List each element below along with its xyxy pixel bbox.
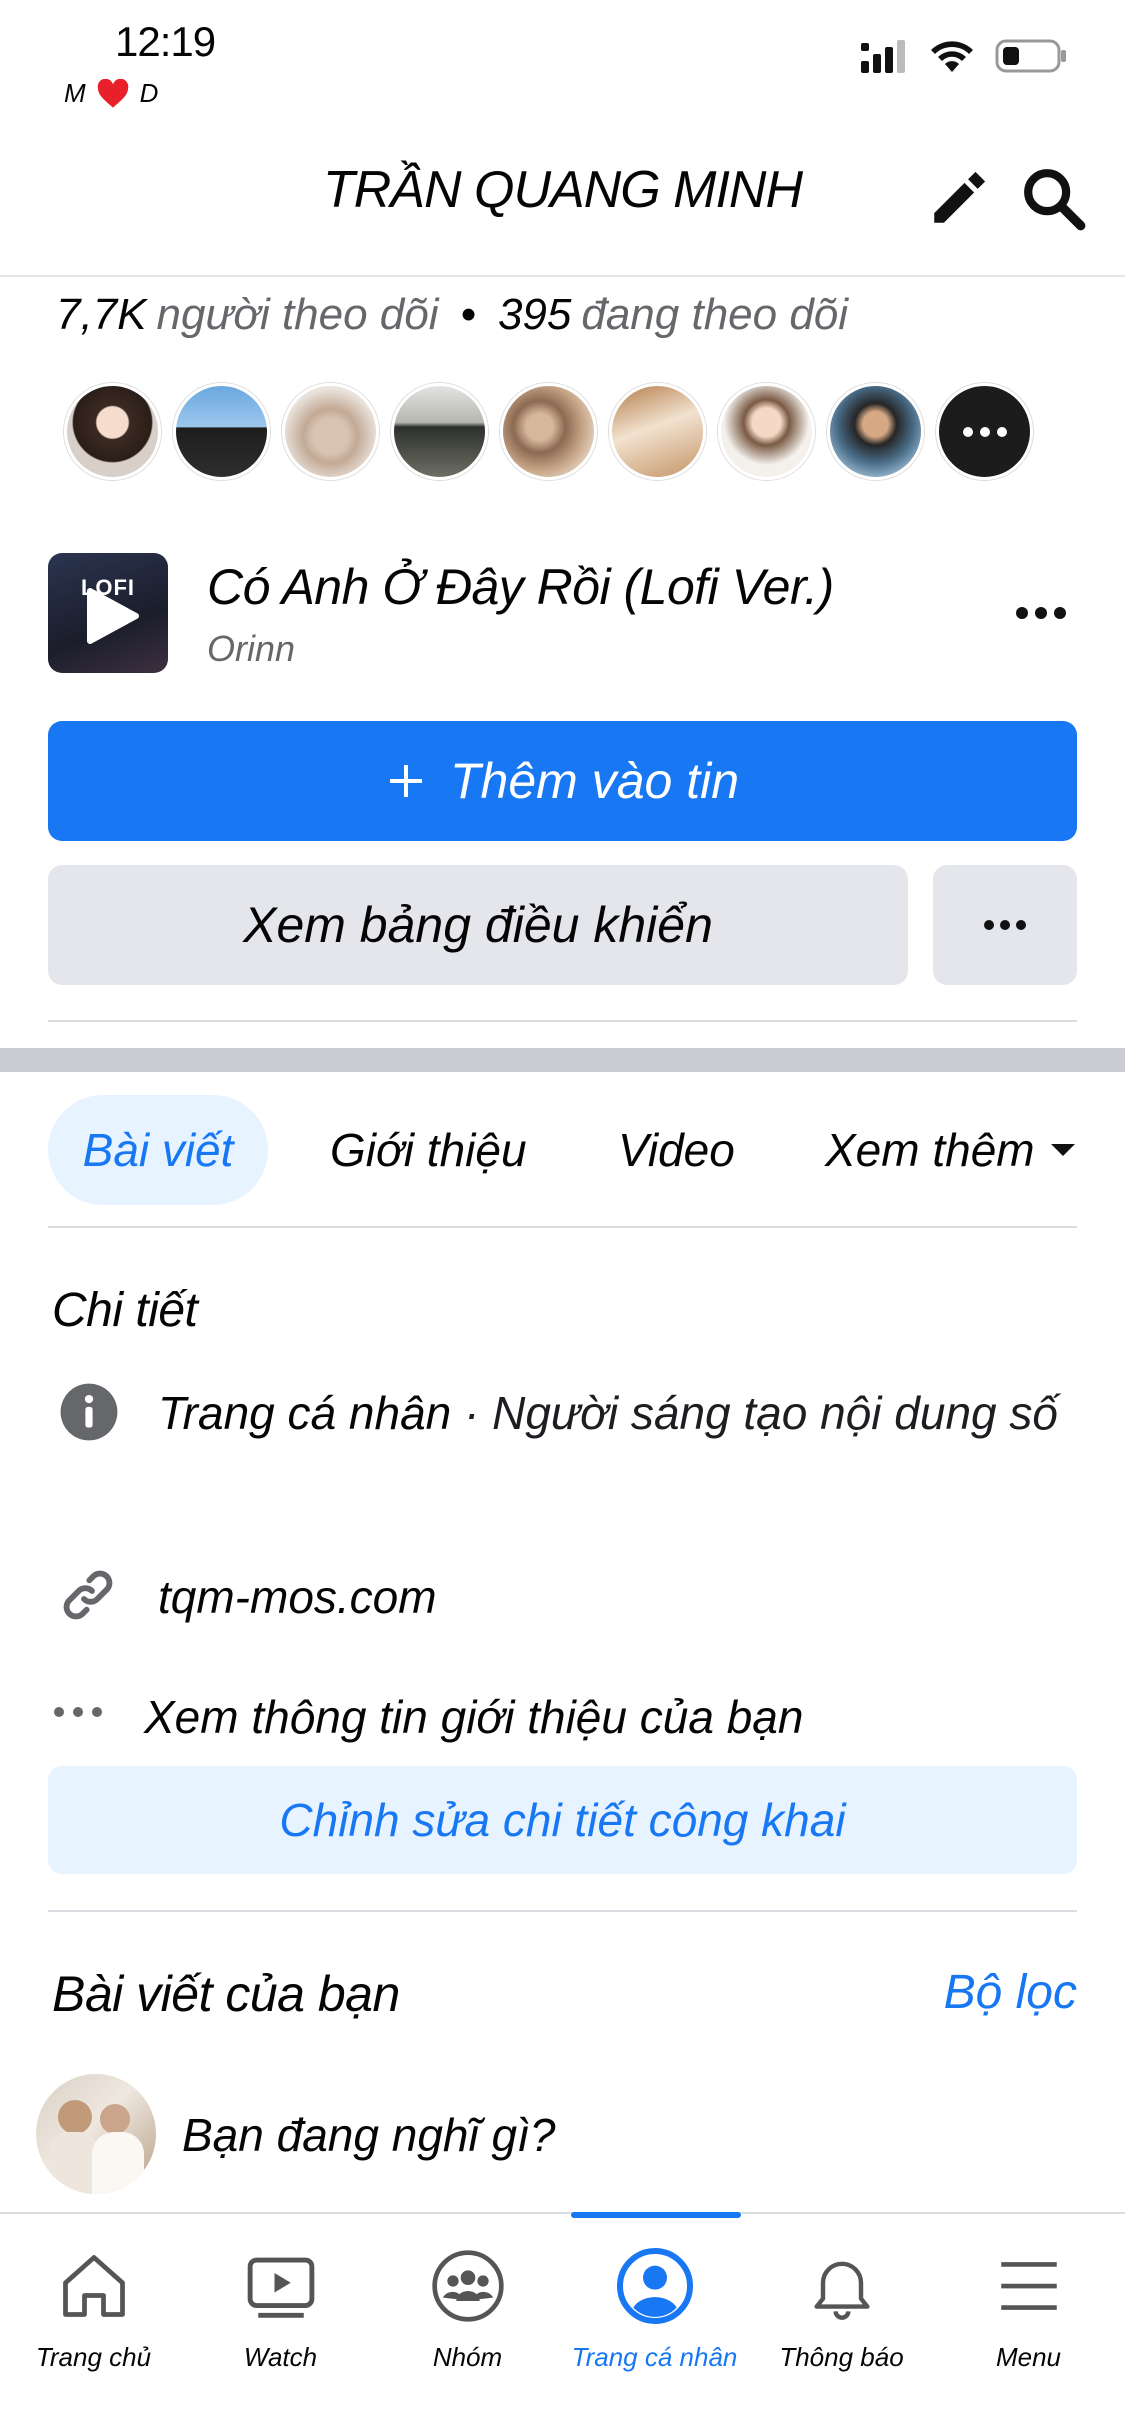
caret-down-icon: [1050, 1144, 1075, 1156]
follower-avatar[interactable]: [391, 383, 488, 480]
follower-avatar[interactable]: [282, 383, 379, 480]
add-to-story-button[interactable]: Thêm vào tin: [48, 721, 1077, 841]
nav-home-label: Trang chủ: [35, 2342, 152, 2372]
whats-on-your-mind-input[interactable]: Bạn đang nghĩ gì?: [182, 2108, 555, 2162]
info-icon: [60, 1383, 118, 1441]
divider: [48, 1910, 1077, 1912]
follower-avatar[interactable]: [500, 383, 597, 480]
following-label[interactable]: đang theo dõi: [581, 290, 848, 340]
followers-label[interactable]: người theo dõi: [157, 290, 439, 340]
more-dots-icon: [54, 1707, 102, 1717]
search-icon[interactable]: [1018, 163, 1088, 233]
more-dots-icon: [984, 920, 1026, 930]
view-dashboard-button[interactable]: Xem bảng điều khiển: [48, 865, 908, 985]
tab-see-more[interactable]: Xem thêm: [825, 1095, 1077, 1205]
watch-icon: [247, 2257, 314, 2318]
website-link[interactable]: tqm-mos.com: [158, 1562, 437, 1632]
following-count[interactable]: 395: [498, 290, 571, 340]
add-to-story-label: Thêm vào tin: [449, 753, 739, 809]
pencil-icon[interactable]: [926, 165, 992, 231]
profile-type-bold: Trang cá nhân: [158, 1387, 452, 1439]
tab-about[interactable]: Giới thiệu: [330, 1095, 527, 1205]
nav-watch[interactable]: Watch: [187, 2214, 374, 2436]
nav-menu[interactable]: Menu: [935, 2214, 1122, 2436]
nav-profile[interactable]: Trang cá nhân: [561, 2214, 748, 2436]
nav-home[interactable]: Trang chủ: [0, 2214, 187, 2436]
groups-icon: [431, 2250, 504, 2322]
status-caption: M D: [64, 78, 158, 109]
nav-groups-label: Nhóm: [432, 2342, 503, 2372]
divider: [48, 1020, 1077, 1022]
follow-separator: •: [460, 290, 476, 339]
your-posts-title: Bài viết của bạn: [52, 1966, 400, 2022]
battery-icon: [995, 39, 1066, 73]
profile-icon: [616, 2248, 693, 2324]
status-time: 12:19: [115, 18, 216, 65]
nav-watch-label: Watch: [243, 2342, 318, 2372]
menu-icon: [1000, 2262, 1057, 2310]
music-more-icon[interactable]: [1015, 606, 1067, 620]
heart-icon: [97, 78, 128, 108]
edit-public-details-label: Chỉnh sửa chi tiết công khai: [279, 1794, 846, 1846]
nav-profile-label: Trang cá nhân: [571, 2342, 738, 2372]
status-caption-left: M: [64, 78, 86, 108]
follower-avatar[interactable]: [609, 383, 706, 480]
music-thumbnail[interactable]: LOFI: [48, 553, 168, 673]
more-dots-icon: [962, 426, 1007, 437]
profile-more-button[interactable]: [933, 865, 1077, 985]
nav-notifications-label: Thông báo: [779, 2342, 904, 2372]
nav-menu-label: Menu: [995, 2342, 1062, 2372]
follower-avatar[interactable]: [718, 383, 815, 480]
more-followers-button[interactable]: [936, 383, 1033, 480]
follower-avatar[interactable]: [827, 383, 924, 480]
follow-counts: 7,7K người theo dõi • 395 đang theo dõi: [56, 290, 848, 340]
link-icon: [63, 1570, 113, 1620]
plus-icon: [389, 765, 422, 797]
nav-groups[interactable]: Nhóm: [374, 2214, 561, 2436]
music-title[interactable]: Có Anh Ở Đây Rồi (Lofi Ver.): [207, 558, 834, 616]
nav-notifications[interactable]: Thông báo: [748, 2214, 935, 2436]
wifi-icon: [931, 41, 973, 72]
tab-posts[interactable]: Bài viết: [48, 1095, 268, 1205]
tab-see-more-label: Xem thêm: [825, 1124, 1035, 1176]
music-artist[interactable]: Orinn: [207, 628, 295, 670]
followers-count[interactable]: 7,7K: [56, 290, 147, 340]
status-icons: [861, 38, 1067, 74]
home-icon: [62, 2255, 125, 2317]
see-about-info-link[interactable]: Xem thông tin giới thiệu của bạn: [144, 1682, 803, 1752]
edit-public-details-button[interactable]: Chỉnh sửa chi tiết công khai: [48, 1766, 1077, 1874]
filter-link[interactable]: Bộ lọc: [944, 1965, 1077, 2020]
details-title: Chi tiết: [52, 1284, 198, 1337]
play-icon: [87, 588, 139, 644]
follower-avatars: [64, 383, 1033, 480]
header-divider: [0, 275, 1125, 277]
tab-video[interactable]: Video: [618, 1095, 735, 1205]
status-caption-right: D: [139, 78, 159, 108]
section-separator: [0, 1048, 1125, 1072]
profile-type-rest: · Người sáng tạo nội dung số: [451, 1387, 1058, 1439]
divider: [48, 1226, 1077, 1228]
follower-avatar[interactable]: [173, 383, 270, 480]
view-dashboard-label: Xem bảng điều khiển: [243, 897, 713, 953]
bell-icon: [813, 2261, 870, 2320]
cellular-signal-icon: [861, 40, 905, 73]
user-avatar[interactable]: [36, 2074, 156, 2194]
follower-avatar[interactable]: [64, 383, 161, 480]
bottom-nav: Trang chủ Watch Nhóm Trang cá nhân Thông…: [0, 2212, 1125, 2436]
profile-type-detail: Trang cá nhân · Người sáng tạo nội dung …: [158, 1378, 1078, 1448]
